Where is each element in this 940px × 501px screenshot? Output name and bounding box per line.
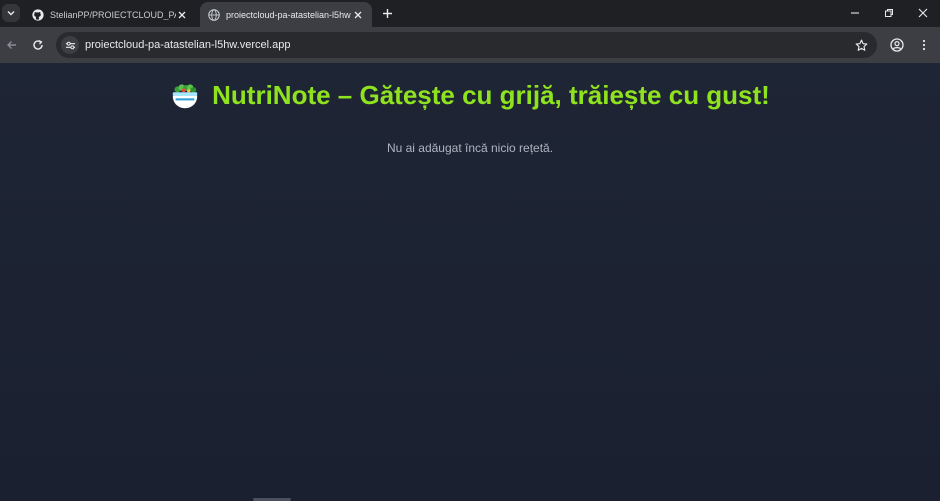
back-button[interactable] bbox=[3, 36, 21, 54]
github-icon bbox=[32, 8, 44, 21]
chevron-down-icon bbox=[7, 11, 15, 16]
globe-icon bbox=[208, 8, 220, 21]
address-bar[interactable]: proiectcloud-pa-atastelian-l5hw.vercel.a… bbox=[56, 32, 877, 58]
restore-icon bbox=[885, 9, 893, 17]
reload-icon bbox=[33, 39, 43, 50]
page-title: NutriNote – Gătește cu grijă, trăiește c… bbox=[212, 80, 770, 110]
minimize-button[interactable] bbox=[847, 5, 863, 21]
arrow-left-icon bbox=[7, 41, 16, 49]
close-window-button[interactable] bbox=[915, 5, 931, 21]
new-tab-button[interactable] bbox=[379, 5, 395, 21]
tab-search-button[interactable] bbox=[2, 4, 20, 22]
tab-strip: StelianPP/PROIECTCLOUD_PA-A proiectcloud… bbox=[0, 0, 940, 27]
close-icon[interactable] bbox=[352, 9, 364, 21]
plus-icon bbox=[382, 8, 392, 18]
tab-label: proiectcloud-pa-atastelian-l5hw bbox=[226, 9, 351, 20]
bookmark-button[interactable] bbox=[853, 37, 869, 53]
site-info-button[interactable] bbox=[61, 36, 79, 54]
browser-menu-button[interactable] bbox=[915, 36, 933, 54]
tune-icon bbox=[65, 41, 75, 49]
star-icon bbox=[855, 39, 867, 51]
profile-icon bbox=[890, 38, 904, 52]
url-text[interactable]: proiectcloud-pa-atastelian-l5hw.vercel.a… bbox=[85, 39, 290, 51]
close-icon bbox=[918, 8, 928, 18]
salad-bowl-icon bbox=[172, 83, 198, 108]
restore-button[interactable] bbox=[881, 5, 897, 21]
page-header: NutriNote – Gătește cu grijă, trăiește c… bbox=[0, 80, 940, 111]
close-icon[interactable] bbox=[176, 9, 188, 21]
minimize-icon bbox=[851, 12, 859, 14]
reload-button[interactable] bbox=[29, 36, 47, 54]
browser-toolbar: proiectcloud-pa-atastelian-l5hw.vercel.a… bbox=[0, 27, 940, 63]
profile-button[interactable] bbox=[888, 36, 906, 54]
page-viewport: NutriNote – Gătește cu grijă, trăiește c… bbox=[0, 63, 940, 501]
empty-recipes-message: Nu ai adăugat încă nicio rețetă. bbox=[386, 141, 554, 155]
tab-label: StelianPP/PROIECTCLOUD_PA-A bbox=[50, 9, 176, 20]
tab-nutrinote[interactable]: proiectcloud-pa-atastelian-l5hw bbox=[200, 2, 372, 27]
more-vertical-icon bbox=[922, 39, 926, 51]
tab-github[interactable]: StelianPP/PROIECTCLOUD_PA-A bbox=[24, 2, 196, 27]
